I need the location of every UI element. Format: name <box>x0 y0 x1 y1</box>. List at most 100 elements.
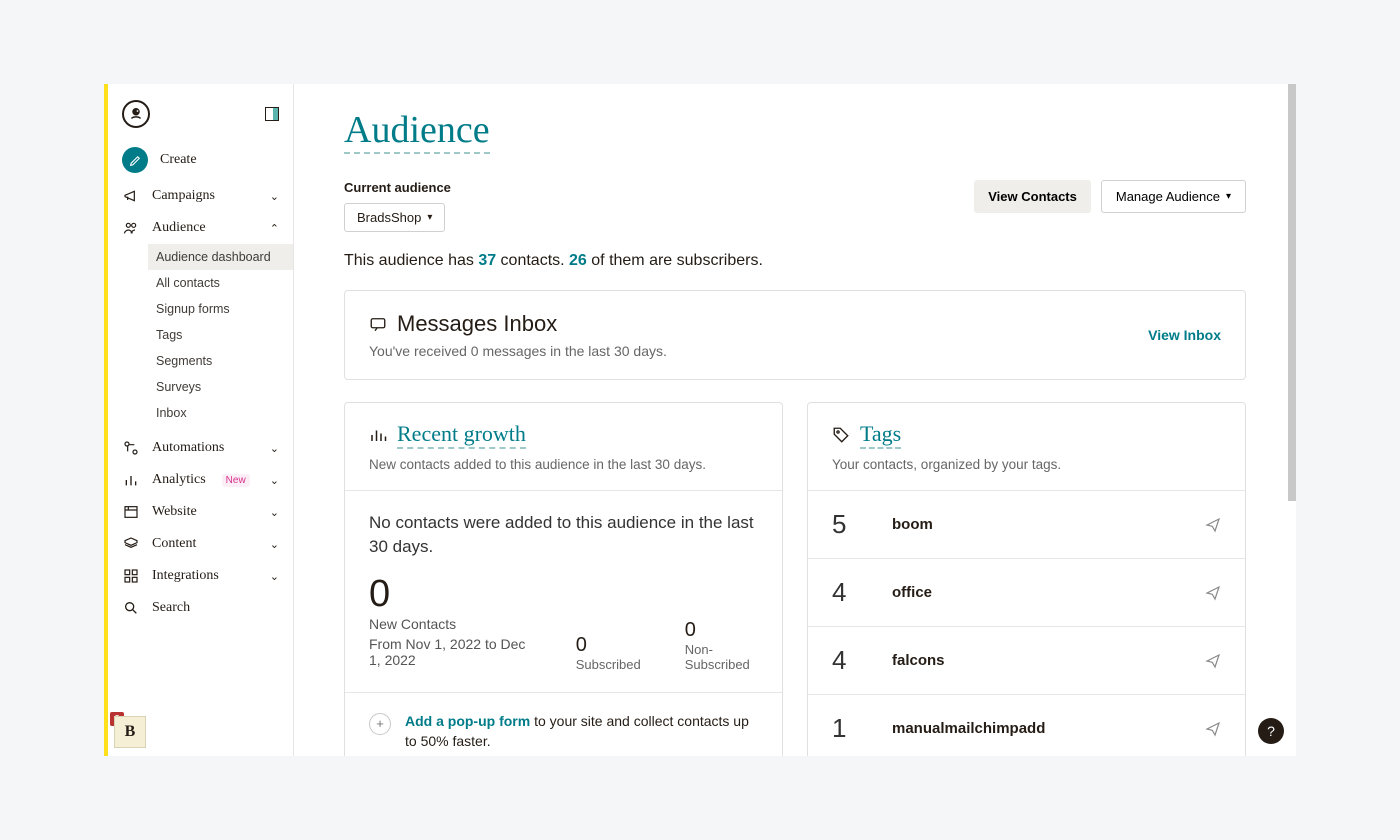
nav-audience-dashboard[interactable]: Audience dashboard <box>148 244 293 270</box>
current-audience-label: Current audience <box>344 180 451 195</box>
nav-all-contacts[interactable]: All contacts <box>148 270 293 296</box>
chevron-down-icon: ⌄ <box>270 570 279 583</box>
plus-icon[interactable]: + <box>369 713 391 735</box>
inbox-subtitle: You've received 0 messages in the last 3… <box>369 343 667 359</box>
nav-automations[interactable]: Automations ⌄ <box>108 432 293 464</box>
subscribed-value: 0 <box>576 634 641 657</box>
tags-card: Tags Your contacts, organized by your ta… <box>807 402 1246 756</box>
nonsubscribed-label: Non-Subscribed <box>685 642 758 672</box>
tag-icon <box>832 426 850 444</box>
nav-inbox[interactable]: Inbox <box>148 400 293 426</box>
nav-tags[interactable]: Tags <box>148 322 293 348</box>
megaphone-icon <box>122 187 140 205</box>
manage-audience-label: Manage Audience <box>1116 189 1220 204</box>
nav-search-label: Search <box>152 600 190 616</box>
audience-select[interactable]: BradsShop ▾ <box>344 203 445 232</box>
tags-subtitle: Your contacts, organized by your tags. <box>832 457 1221 472</box>
recent-growth-card: Recent growth New contacts added to this… <box>344 402 783 756</box>
send-icon[interactable] <box>1205 585 1221 601</box>
chevron-up-icon: ⌃ <box>270 222 279 235</box>
nav-content[interactable]: Content ⌄ <box>108 528 293 560</box>
growth-title[interactable]: Recent growth <box>397 421 526 449</box>
nav-signup-forms[interactable]: Signup forms <box>148 296 293 322</box>
inbox-title-row: Messages Inbox <box>369 311 667 337</box>
summary-suffix: of them are subscribers. <box>587 252 763 269</box>
summary-prefix: This audience has <box>344 252 478 269</box>
nav-segments[interactable]: Segments <box>148 348 293 374</box>
summary-mid: contacts. <box>496 252 569 269</box>
app-shell: Create Campaigns ⌄ Audience ⌃ Audience d… <box>104 84 1296 756</box>
nav-campaigns[interactable]: Campaigns ⌄ <box>108 180 293 212</box>
chevron-down-icon: ⌄ <box>270 442 279 455</box>
new-badge: New <box>222 474 250 487</box>
collapse-panel-icon[interactable] <box>265 107 279 121</box>
tag-name: boom <box>892 516 933 533</box>
nav-website-label: Website <box>152 504 197 520</box>
chevron-down-icon: ⌄ <box>270 538 279 551</box>
audience-select-value: BradsShop <box>357 210 421 225</box>
inbox-title: Messages Inbox <box>397 311 557 337</box>
content-icon <box>122 535 140 553</box>
main-pane: Audience Current audience BradsShop ▾ Vi… <box>294 84 1296 756</box>
integrations-icon <box>122 567 140 585</box>
nav-create-label: Create <box>160 152 197 168</box>
sidebar-top <box>108 92 293 140</box>
nav-create[interactable]: Create <box>108 140 293 180</box>
website-icon <box>122 503 140 521</box>
tag-row[interactable]: 4 falcons <box>808 626 1245 694</box>
tag-count: 5 <box>832 509 892 540</box>
messages-inbox-card: Messages Inbox You've received 0 message… <box>344 290 1246 380</box>
growth-date-range: From Nov 1, 2022 to Dec 1, 2022 <box>369 636 532 668</box>
subscribers-count[interactable]: 26 <box>569 252 587 269</box>
tag-count: 4 <box>832 577 892 608</box>
nav-analytics[interactable]: Analytics New ⌄ <box>108 464 293 496</box>
tag-name: manualmailchimpadd <box>892 720 1045 737</box>
tag-row[interactable]: 1 manualmailchimpadd <box>808 694 1245 756</box>
automations-icon <box>122 439 140 457</box>
send-icon[interactable] <box>1205 721 1221 737</box>
nav-surveys[interactable]: Surveys <box>148 374 293 400</box>
tag-row[interactable]: 4 office <box>808 558 1245 626</box>
inbox-icon <box>369 315 387 333</box>
scrollbar[interactable] <box>1288 84 1296 501</box>
nav-campaigns-label: Campaigns <box>152 188 215 204</box>
account-avatar[interactable]: B <box>114 716 146 748</box>
nav-audience-label: Audience <box>152 220 206 236</box>
growth-subtitle: New contacts added to this audience in t… <box>369 457 758 472</box>
help-button[interactable]: ? <box>1258 718 1284 744</box>
nav-website[interactable]: Website ⌄ <box>108 496 293 528</box>
audience-summary: This audience has 37 contacts. 26 of the… <box>344 252 1246 270</box>
nonsubscribed-value: 0 <box>685 619 758 642</box>
chevron-down-icon: ⌄ <box>270 190 279 203</box>
search-icon <box>122 599 140 617</box>
new-contacts-value: 0 <box>369 573 532 616</box>
tag-name: office <box>892 584 932 601</box>
view-contacts-button[interactable]: View Contacts <box>974 180 1091 213</box>
chevron-down-icon: ⌄ <box>270 474 279 487</box>
sidebar: Create Campaigns ⌄ Audience ⌃ Audience d… <box>108 84 294 756</box>
view-inbox-link[interactable]: View Inbox <box>1148 327 1221 343</box>
send-icon[interactable] <box>1205 653 1221 669</box>
tag-row[interactable]: 5 boom <box>808 490 1245 558</box>
nav-content-label: Content <box>152 536 196 552</box>
audience-header: Current audience BradsShop ▾ View Contac… <box>344 180 1246 232</box>
manage-audience-button[interactable]: Manage Audience ▾ <box>1101 180 1246 213</box>
tags-title[interactable]: Tags <box>860 421 901 449</box>
nav-integrations[interactable]: Integrations ⌄ <box>108 560 293 592</box>
contacts-count[interactable]: 37 <box>478 252 496 269</box>
nav-analytics-label: Analytics <box>152 472 206 488</box>
subscribed-label: Subscribed <box>576 657 641 672</box>
tag-count: 1 <box>832 713 892 744</box>
chevron-down-icon: ⌄ <box>270 506 279 519</box>
logo-icon[interactable] <box>122 100 150 128</box>
add-popup-form-link[interactable]: Add a pop-up form <box>405 713 530 729</box>
nav-audience[interactable]: Audience ⌃ <box>108 212 293 244</box>
send-icon[interactable] <box>1205 517 1221 533</box>
analytics-icon <box>122 471 140 489</box>
bar-chart-icon <box>369 426 387 444</box>
popup-suggestion: + Add a pop-up form to your site and col… <box>345 693 782 756</box>
nav-search[interactable]: Search <box>108 592 293 624</box>
pencil-icon <box>122 147 148 173</box>
chevron-down-icon: ▾ <box>427 212 432 223</box>
audience-icon <box>122 219 140 237</box>
